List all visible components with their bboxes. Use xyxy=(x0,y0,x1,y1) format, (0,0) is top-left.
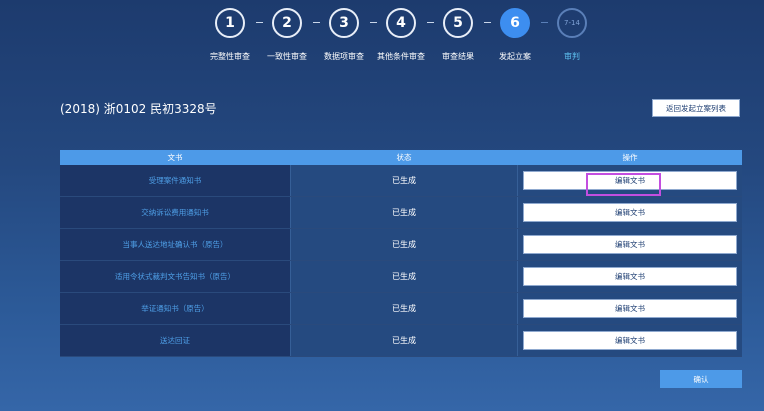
column-header-status: 状态 xyxy=(396,153,412,162)
edit-document-button[interactable]: 编辑文书 xyxy=(523,203,737,222)
step-7-14-label: 审判 xyxy=(564,52,580,61)
confirm-button[interactable]: 确认 xyxy=(660,370,742,388)
documents-table: 文书 状态 操作 受理案件通知书 已生成 编辑文书 交纳诉讼费用通知书 已生成 … xyxy=(60,150,742,357)
document-name-link[interactable]: 送达回证 xyxy=(60,325,290,356)
edit-document-button[interactable]: 编辑文书 xyxy=(523,331,737,350)
edit-document-button[interactable]: 编辑文书 xyxy=(523,299,737,318)
document-name-link[interactable]: 交纳诉讼费用通知书 xyxy=(60,197,290,228)
column-header-document: 文书 xyxy=(167,153,183,162)
step-1-circle: 1 xyxy=(215,8,245,38)
action-cell: 编辑文书 xyxy=(518,229,742,260)
status-text: 已生成 xyxy=(290,261,518,292)
status-text: 已生成 xyxy=(290,197,518,228)
step-5-circle: 5 xyxy=(443,8,473,38)
action-cell: 编辑文书 xyxy=(518,293,742,324)
table-row: 受理案件通知书 已生成 编辑文书 xyxy=(60,165,742,197)
edit-document-button[interactable]: 编辑文书 xyxy=(523,171,737,190)
step-6-circle: 6 xyxy=(500,8,530,38)
step-4-circle: 4 xyxy=(386,8,416,38)
table-row: 送达回证 已生成 编辑文书 xyxy=(60,325,742,357)
document-name-link[interactable]: 适用令状式裁判文书告知书（原告） xyxy=(60,261,290,292)
table-row: 交纳诉讼费用通知书 已生成 编辑文书 xyxy=(60,197,742,229)
table-row: 当事人送达地址确认书（原告） 已生成 编辑文书 xyxy=(60,229,742,261)
document-name-link[interactable]: 举证通知书（原告） xyxy=(60,293,290,324)
table-header: 文书 状态 操作 xyxy=(60,150,742,165)
back-to-list-button[interactable]: 返回发起立案列表 xyxy=(652,99,740,117)
step-7-14-circle: 7-14 xyxy=(557,8,587,38)
document-name-link[interactable]: 当事人送达地址确认书（原告） xyxy=(60,229,290,260)
edit-document-button[interactable]: 编辑文书 xyxy=(523,235,737,254)
edit-document-button[interactable]: 编辑文书 xyxy=(523,267,737,286)
action-cell: 编辑文书 xyxy=(518,197,742,228)
step-7-14[interactable]: 7-14 审判 xyxy=(537,8,607,62)
action-cell: 编辑文书 xyxy=(518,325,742,356)
column-header-action: 操作 xyxy=(622,153,638,162)
table-row: 举证通知书（原告） 已生成 编辑文书 xyxy=(60,293,742,325)
table-row: 适用令状式裁判文书告知书（原告） 已生成 编辑文书 xyxy=(60,261,742,293)
case-number: (2018) 浙0102 民初3328号 xyxy=(60,102,217,116)
document-name-link[interactable]: 受理案件通知书 xyxy=(60,165,290,196)
action-cell: 编辑文书 xyxy=(518,165,742,196)
step-2-circle: 2 xyxy=(272,8,302,38)
action-cell: 编辑文书 xyxy=(518,261,742,292)
status-text: 已生成 xyxy=(290,293,518,324)
status-text: 已生成 xyxy=(290,165,518,196)
status-text: 已生成 xyxy=(290,229,518,260)
step-3-circle: 3 xyxy=(329,8,359,38)
progress-stepper: 1 完整性审查 2 一致性审查 3 数据项审查 4 其他条件审查 5 审查结果 … xyxy=(0,8,764,68)
status-text: 已生成 xyxy=(290,325,518,356)
